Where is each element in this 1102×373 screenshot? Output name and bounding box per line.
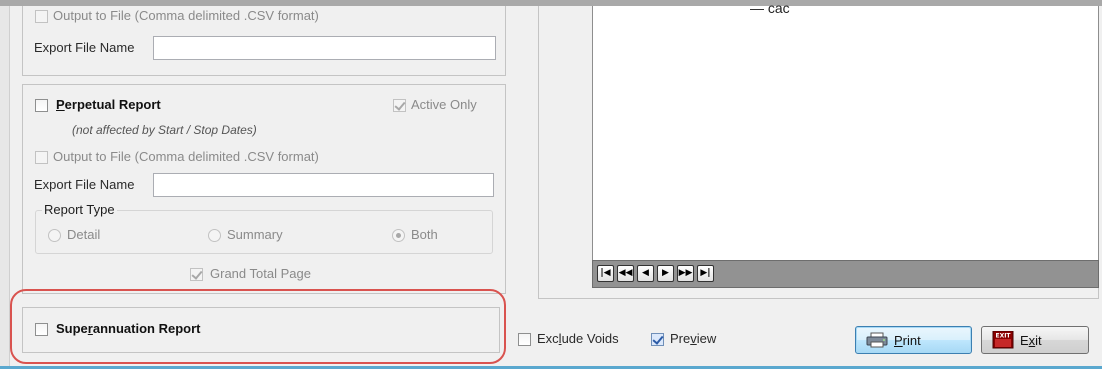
first-page-button[interactable]: |◀ xyxy=(597,265,614,282)
exclude-voids-part-1: Exc xyxy=(537,331,559,346)
output-to-file-checkbox-perpetual[interactable] xyxy=(35,151,48,164)
preview-label-part-2: iew xyxy=(696,331,717,346)
perpetual-report-title: Perpetual Report xyxy=(56,97,161,112)
print-mnemonic: P xyxy=(894,333,903,348)
export-file-name-label-top: Export File Name xyxy=(34,40,135,55)
report-type-both-label: Both xyxy=(411,227,438,242)
report-preview-pane xyxy=(592,6,1099,288)
export-file-name-label-perpetual: Export File Name xyxy=(34,177,135,192)
exclude-voids-part-2: ude Voids xyxy=(561,331,619,346)
report-type-detail-label: Detail xyxy=(67,227,101,242)
preview-checkbox[interactable] xyxy=(651,333,664,346)
preview-content-text: — сас xyxy=(750,0,790,16)
last-page-button[interactable]: ▶| xyxy=(697,265,714,282)
previous-pages-button[interactable]: ◀◀ xyxy=(617,265,634,282)
output-to-file-label-top: Output to File (Comma delimited .CSV for… xyxy=(53,8,319,23)
report-type-legend: Report Type xyxy=(42,202,117,217)
red-highlight-ring xyxy=(10,289,506,364)
output-to-file-label-perpetual: Output to File (Comma delimited .CSV for… xyxy=(53,149,319,164)
grand-total-page-label: Grand Total Page xyxy=(210,266,311,281)
next-page-button[interactable]: ▶ xyxy=(657,265,674,282)
report-type-summary-label: Summary xyxy=(227,227,283,242)
print-label-rest: rint xyxy=(902,333,921,348)
window-left-edge xyxy=(0,6,10,366)
next-pages-button[interactable]: ▶▶ xyxy=(677,265,694,282)
exclude-voids-checkbox[interactable] xyxy=(518,333,531,346)
print-button-label: Print xyxy=(894,333,921,348)
exit-icon-text: EXIT xyxy=(995,333,1011,340)
export-file-name-input-perpetual[interactable] xyxy=(153,173,494,197)
preview-label-part-1: Pre xyxy=(670,331,691,346)
perpetual-report-note: (not affected by Start / Stop Dates) xyxy=(72,123,257,137)
printer-icon xyxy=(866,332,888,348)
exit-label-part-2: it xyxy=(1035,333,1042,348)
output-to-file-checkbox-top[interactable] xyxy=(35,10,48,23)
exit-door-icon: EXIT xyxy=(992,331,1014,349)
report-type-detail-radio[interactable] xyxy=(48,229,61,242)
exit-label-part-1: E xyxy=(1020,333,1029,348)
preview-label: Preview xyxy=(670,331,716,346)
perpetual-report-checkbox[interactable] xyxy=(35,99,48,112)
report-type-summary-radio[interactable] xyxy=(208,229,221,242)
exit-button[interactable]: EXIT Exit xyxy=(981,326,1089,354)
window-bottom-edge xyxy=(0,369,1102,373)
perpetual-report-title-mnemonic: P xyxy=(56,97,65,112)
active-only-label: Active Only xyxy=(411,97,477,112)
previous-page-button[interactable]: ◀ xyxy=(637,265,654,282)
active-only-checkbox[interactable] xyxy=(393,99,406,112)
print-button[interactable]: Print xyxy=(855,326,972,354)
report-type-both-radio[interactable] xyxy=(392,229,405,242)
export-file-name-input-top[interactable] xyxy=(153,36,496,60)
exit-button-label: Exit xyxy=(1020,333,1042,348)
perpetual-report-title-text: erpetual Report xyxy=(64,97,161,112)
exclude-voids-label: Exclude Voids xyxy=(537,331,619,346)
grand-total-page-checkbox[interactable] xyxy=(190,268,203,281)
